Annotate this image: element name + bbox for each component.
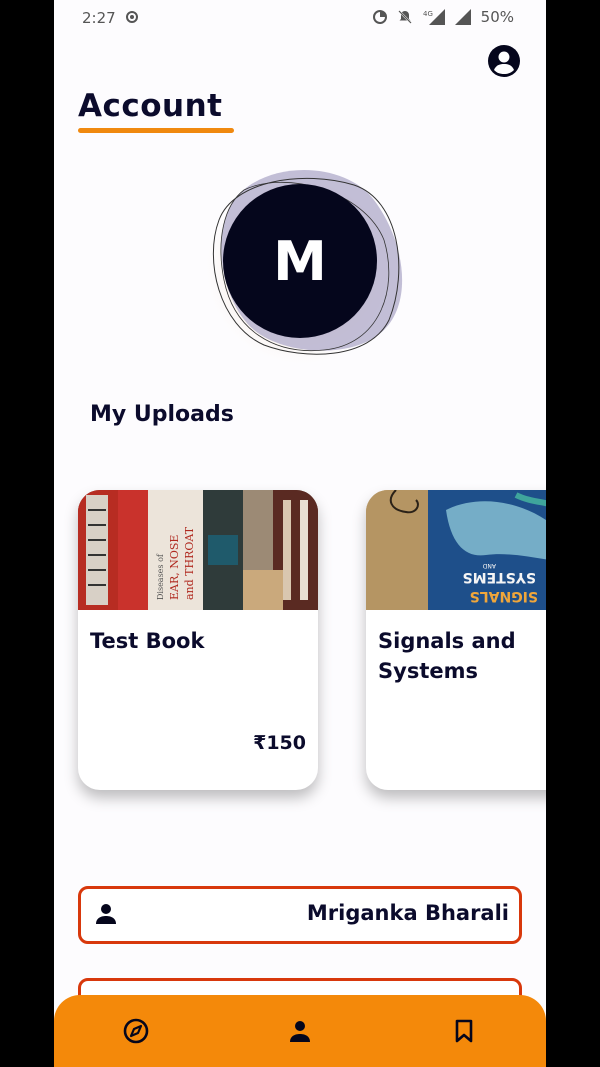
- recording-icon: [126, 11, 138, 23]
- data-saver-icon: [372, 10, 387, 24]
- svg-text:AND: AND: [482, 562, 496, 569]
- status-bar: 2:27 4G 50%: [54, 0, 546, 36]
- compass-icon: [123, 1018, 149, 1044]
- upload-card[interactable]: SYSTEMS AND SIGNALS Signals and Systems …: [366, 490, 546, 790]
- profile-name-value: Mriganka Bharali: [306, 901, 509, 925]
- battery-percent: 50%: [480, 8, 514, 26]
- signal-icon: [454, 9, 471, 25]
- nav-account[interactable]: [284, 1015, 316, 1047]
- account-screen: 2:27 4G 50% Account M My Uploads EAR, NO…: [54, 0, 546, 1067]
- person-icon: [96, 904, 116, 924]
- account-circle-icon: [488, 45, 520, 77]
- svg-text:SYSTEMS: SYSTEMS: [463, 569, 536, 585]
- book-cover-image: EAR, NOSE and THROAT Diseases of: [78, 490, 318, 610]
- bookmark-icon: [455, 1019, 473, 1043]
- upload-title: Signals and Systems: [378, 629, 516, 683]
- signal-4g-icon: 4G: [423, 9, 445, 25]
- upload-card[interactable]: EAR, NOSE and THROAT Diseases of Test Bo…: [78, 490, 318, 790]
- person-icon: [290, 1021, 310, 1042]
- section-title-my-uploads: My Uploads: [90, 402, 234, 427]
- svg-text:Diseases of: Diseases of: [156, 553, 165, 600]
- uploads-carousel[interactable]: EAR, NOSE and THROAT Diseases of Test Bo…: [78, 490, 546, 810]
- upload-price: ₹150: [253, 732, 306, 754]
- notifications-off-icon: [397, 10, 412, 24]
- page-title: Account: [78, 88, 223, 124]
- profile-button[interactable]: [487, 44, 521, 78]
- avatar-initial: M: [223, 184, 377, 338]
- status-time: 2:27: [82, 9, 116, 27]
- profile-name-field[interactable]: Mriganka Bharali: [78, 886, 522, 944]
- svg-text:4G: 4G: [423, 10, 433, 18]
- svg-text:SIGNALS: SIGNALS: [470, 588, 538, 604]
- svg-text:and THROAT: and THROAT: [183, 526, 196, 600]
- title-underline: [78, 128, 234, 133]
- upload-title: Test Book: [90, 629, 205, 653]
- nav-explore[interactable]: [120, 1015, 152, 1047]
- bottom-navigation: [54, 995, 546, 1067]
- svg-text:EAR, NOSE: EAR, NOSE: [168, 535, 181, 600]
- avatar: M: [194, 160, 404, 370]
- nav-bookmarks[interactable]: [448, 1015, 480, 1047]
- book-cover-image: SYSTEMS AND SIGNALS: [366, 490, 546, 610]
